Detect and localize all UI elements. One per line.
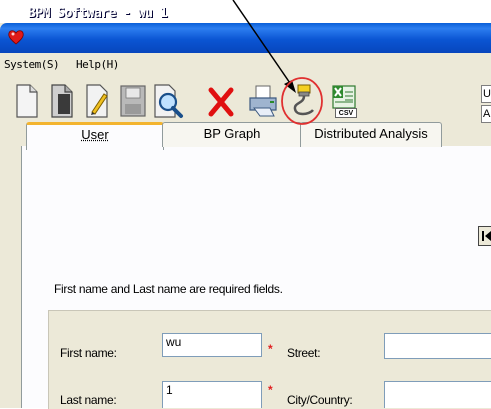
annotation-arrow xyxy=(232,0,296,93)
annotation-overlay xyxy=(232,0,323,125)
annotation-circle xyxy=(281,77,323,125)
